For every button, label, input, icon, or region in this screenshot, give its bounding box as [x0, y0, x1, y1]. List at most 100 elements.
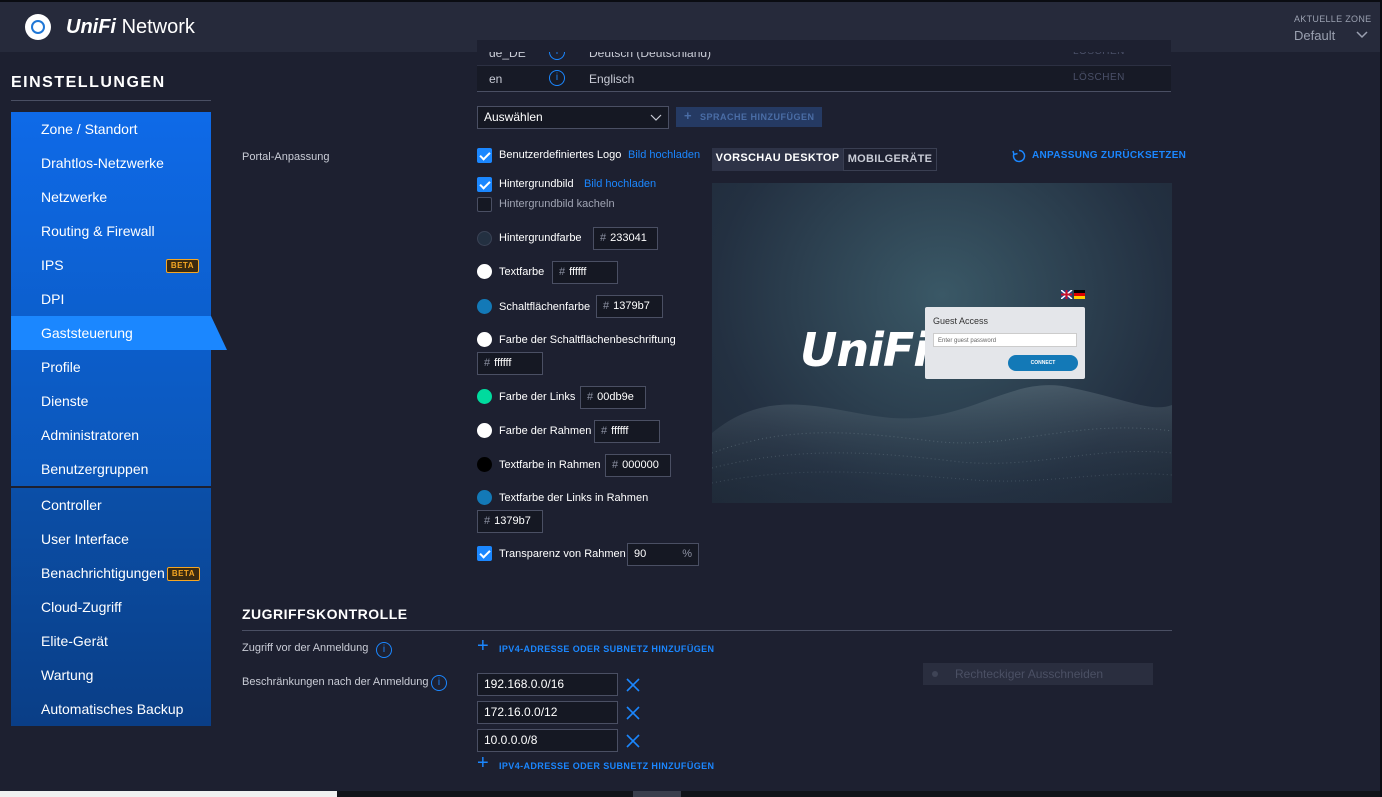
snipping-tool-overlay: Rechteckiger Ausschneiden [923, 663, 1153, 685]
box-link-color-swatch[interactable] [477, 490, 492, 505]
remove-icon[interactable] [625, 733, 641, 749]
button-text-color-label: Farbe der Schaltflächenbeschriftung [499, 334, 676, 346]
upload-logo-link[interactable]: Bild hochladen [628, 149, 700, 161]
subnet-input[interactable]: 172.16.0.0/12 [477, 701, 618, 724]
ubiquiti-logo-icon[interactable] [25, 14, 51, 40]
percent-unit: % [682, 548, 692, 560]
border-color-input[interactable]: # ffffff [594, 420, 660, 443]
taskbar-strip [0, 791, 1382, 797]
sidebar-item-label: DPI [41, 291, 65, 307]
sidebar-item-routing-firewall[interactable]: Routing & Firewall [11, 214, 211, 248]
sidebar-item-label: Gaststeuerung [41, 325, 133, 341]
border-color-label: Farbe der Rahmen [499, 425, 592, 437]
sidebar-item-benachrichtigungen[interactable]: Benachrichtigungen BETA [11, 556, 211, 590]
background-image-checkbox[interactable] [477, 177, 492, 192]
add-post-auth-subnet-button[interactable]: IPV4-ADRESSE ODER SUBNETZ HINZUFÜGEN [477, 755, 714, 774]
sidebar-item-ips[interactable]: IPS BETA [11, 248, 211, 282]
sidebar-item-cloud-zugriff[interactable]: Cloud-Zugriff [11, 590, 211, 624]
language-flags-icon[interactable] [1061, 290, 1085, 299]
text-color-swatch[interactable] [477, 264, 492, 279]
link-color-input[interactable]: #00db9e [580, 386, 646, 409]
sidebar-item-label: Drahtlos-Netzwerke [41, 155, 164, 171]
text-color-label: Textfarbe [499, 266, 545, 278]
text-color-input[interactable]: # ffffff [552, 261, 618, 284]
sidebar-item-drahtlos-netzwerke[interactable]: Drahtlos-Netzwerke [11, 146, 211, 180]
hash-prefix: # [601, 425, 608, 437]
custom-logo-label: Benutzerdefiniertes Logo [499, 149, 622, 161]
beta-badge: BETA [166, 567, 200, 581]
brand-unifi: UniFi [66, 16, 116, 38]
box-link-color-input[interactable]: #1379b7 [477, 510, 543, 533]
link-color-swatch[interactable] [477, 389, 492, 404]
guest-password-input: Enter guest password [933, 333, 1077, 347]
app-brand: UniFi Network [66, 16, 195, 39]
subnet-input[interactable]: 10.0.0.0/8 [477, 729, 618, 752]
reset-label: ANPASSUNG ZURÜCKSETZEN [1032, 150, 1187, 161]
sidebar-item-benutzergruppen[interactable]: Benutzergruppen [11, 452, 211, 486]
transparency-input[interactable]: 90 % [627, 543, 699, 566]
sidebar-item-label: Zone / Standort [41, 121, 138, 137]
sidebar-item-dpi[interactable]: DPI [11, 282, 211, 316]
sidebar-item-gaststeuerung[interactable]: Gaststeuerung [11, 316, 227, 350]
sidebar-item-profile[interactable]: Profile [11, 350, 211, 384]
sidebar-item-user-interface[interactable]: User Interface [11, 522, 211, 556]
pre-auth-access-label: Zugriff vor der Anmeldung [242, 642, 369, 654]
sidebar-item-automatisches-backup[interactable]: Automatisches Backup [11, 692, 211, 726]
button-text-color-swatch[interactable] [477, 332, 492, 347]
sidebar-item-label: Automatisches Backup [41, 701, 184, 717]
sidebar-item-dienste[interactable]: Dienste [11, 384, 211, 418]
tab-desktop-preview[interactable]: VORSCHAU DESKTOP [712, 148, 843, 171]
box-transparency-checkbox[interactable] [477, 546, 492, 561]
border-color-swatch[interactable] [477, 423, 492, 438]
hash-prefix: # [600, 232, 607, 244]
guest-access-title: Guest Access [933, 316, 989, 326]
button-color-input[interactable]: #1379b7 [596, 295, 663, 318]
add-pre-auth-subnet-button[interactable]: IPV4-ADRESSE ODER SUBNETZ HINZUFÜGEN [477, 638, 714, 657]
background-image-label: Hintergrundbild [499, 178, 574, 190]
hex-value: 1379b7 [494, 515, 531, 527]
reset-customization-link[interactable]: ANPASSUNG ZURÜCKSETZEN [1012, 149, 1187, 163]
add-language-button[interactable]: SPRACHE HINZUFÜGEN [676, 106, 822, 127]
background-color-swatch[interactable] [477, 231, 492, 246]
custom-logo-checkbox[interactable] [477, 148, 492, 163]
sidebar-item-label: Dienste [41, 393, 89, 409]
sidebar-item-administratoren[interactable]: Administratoren [11, 418, 211, 452]
button-color-label: Schaltflächenfarbe [499, 301, 591, 313]
sidebar-item-label: Netzwerke [41, 189, 108, 205]
box-text-color-swatch[interactable] [477, 457, 492, 472]
brand-network: Network [121, 16, 195, 38]
language-row-clip [477, 40, 1171, 66]
sidebar-group-system: Controller User Interface Benachrichtigung… [11, 488, 211, 726]
tile-background-checkbox[interactable] [477, 197, 492, 212]
sidebar-item-controller[interactable]: Controller [11, 488, 211, 522]
chevron-down-icon[interactable] [1356, 30, 1368, 40]
tile-background-label: Hintergrundbild kacheln [499, 198, 615, 210]
chevron-down-icon [650, 114, 662, 121]
background-color-input[interactable]: #233041 [593, 227, 658, 250]
language-select[interactable]: Auswählen [477, 106, 669, 129]
hex-value: ffffff [611, 425, 629, 437]
sidebar-item-elite-gerät[interactable]: Elite-Gerät [11, 624, 211, 658]
delete-language-button[interactable]: LÖSCHEN [1073, 72, 1125, 83]
sidebar-item-netzwerke[interactable]: Netzwerke [11, 180, 211, 214]
hash-prefix: # [587, 391, 594, 403]
remove-icon[interactable] [625, 677, 641, 693]
settings-title: EINSTELLUNGEN [11, 74, 166, 91]
sidebar-item-label: Profile [41, 359, 81, 375]
button-text-color-input[interactable]: # ffffff [477, 352, 543, 375]
info-icon[interactable]: i [431, 675, 447, 691]
button-color-swatch[interactable] [477, 299, 492, 314]
tab-mobile-preview[interactable]: MOBILGERÄTE [843, 148, 937, 171]
remove-icon[interactable] [625, 705, 641, 721]
subnet-input[interactable]: 192.168.0.0/16 [477, 673, 618, 696]
info-icon[interactable]: i [549, 70, 565, 86]
box-text-color-input[interactable]: #000000 [605, 454, 671, 477]
sidebar-item-label: Routing & Firewall [41, 223, 155, 239]
background-color-label: Hintergrundfarbe [499, 232, 582, 244]
reset-icon [1012, 149, 1026, 163]
sidebar-item-zone-standort[interactable]: Zone / Standort [11, 112, 211, 146]
upload-background-link[interactable]: Bild hochladen [584, 178, 656, 190]
sidebar-item-wartung[interactable]: Wartung [11, 658, 211, 692]
box-link-color-label: Textfarbe der Links in Rahmen [499, 492, 649, 504]
info-icon[interactable]: i [376, 642, 392, 658]
